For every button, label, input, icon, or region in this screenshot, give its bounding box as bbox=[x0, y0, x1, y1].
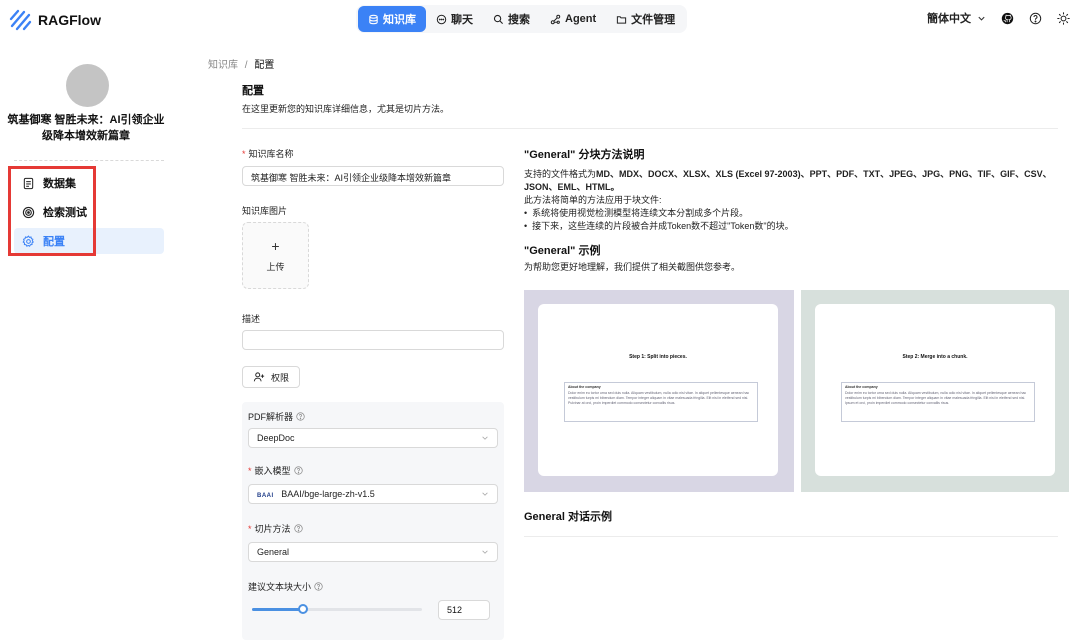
example-image-merge: Step 2: Merge into a chunk. About the co… bbox=[801, 290, 1069, 492]
docs-formats: 支持的文件格式为MD、MDX、DOCX、XLSX、XLS (Excel 97-2… bbox=[524, 169, 1052, 192]
parser-settings-panel: PDF解析器 DeepDoc * 嵌入模型 BAAI BAAI/bge-larg… bbox=[242, 402, 504, 640]
chevron-down-icon bbox=[482, 492, 488, 496]
example-heading: "General" 示例 bbox=[524, 245, 601, 257]
question-icon[interactable] bbox=[293, 466, 303, 475]
kb-image-label: 知识库图片 bbox=[242, 206, 288, 216]
example-card: Step 1: Split into pieces. About the com… bbox=[538, 304, 778, 476]
main-nav: 知识库 聊天 搜索 Agent 文件管理 bbox=[356, 5, 688, 33]
chevron-down-icon bbox=[978, 16, 985, 21]
breadcrumb-root[interactable]: 知识库 bbox=[208, 60, 238, 71]
example-step-title: Step 2: Merge into a chunk. bbox=[902, 354, 968, 360]
question-icon[interactable] bbox=[296, 412, 305, 421]
kb-name-input[interactable]: 筑基御寒 智胜未来：AI引领企业级降本增效新篇章 bbox=[242, 166, 504, 186]
question-icon[interactable] bbox=[293, 524, 303, 533]
top-header: RAGFlow 知识库 聊天 搜索 Agent 文件管理 簡体中文 bbox=[0, 0, 1080, 40]
app-logo[interactable]: RAGFlow bbox=[8, 8, 101, 32]
embedding-model-label: * 嵌入模型 bbox=[248, 464, 303, 477]
search-icon bbox=[493, 14, 504, 24]
github-icon[interactable] bbox=[1000, 11, 1014, 25]
example-text-box: About the company Dolor enim eu tortor u… bbox=[564, 382, 758, 422]
nav-file-management[interactable]: 文件管理 bbox=[606, 6, 685, 32]
description-input[interactable] bbox=[242, 330, 504, 350]
embedding-model-select[interactable]: BAAI BAAI/bge-large-zh-v1.5 bbox=[248, 484, 498, 504]
app-name: RAGFlow bbox=[38, 12, 101, 28]
main-divider bbox=[242, 128, 1058, 129]
ragflow-logo-icon bbox=[9, 9, 32, 31]
language-selector[interactable]: 簡体中文 bbox=[927, 10, 986, 26]
chunk-size-slider-fill bbox=[252, 608, 303, 611]
chunk-size-label: 建议文本块大小 bbox=[248, 580, 323, 593]
upload-label: 上传 bbox=[266, 262, 285, 272]
docs-bullets: 系统将使用视觉检测模型将连续文本分割成多个片段。 接下来，这些连续的片段被合并成… bbox=[524, 207, 1058, 233]
docs-heading: "General" 分块方法说明 bbox=[524, 149, 645, 161]
theme-toggle-icon[interactable] bbox=[1056, 11, 1070, 25]
pdf-parser-label: PDF解析器 bbox=[248, 410, 305, 423]
example-text-box: About the company Dolor enim eu tortor u… bbox=[841, 382, 1035, 422]
sidebar-item-dataset[interactable]: 数据集 bbox=[14, 170, 164, 196]
agent-icon bbox=[550, 14, 561, 24]
breadcrumb-separator: / bbox=[244, 60, 248, 71]
pdf-parser-select[interactable]: DeepDoc bbox=[248, 428, 498, 448]
page-title: 配置 bbox=[242, 85, 264, 97]
description-label: 描述 bbox=[242, 314, 261, 324]
docs-bullet: 系统将使用视觉检测模型将连续文本分割成多个片段。 bbox=[524, 207, 1058, 220]
page-description: 在这里更新您的知识库详细信息，尤其是切片方法。 bbox=[242, 104, 450, 114]
example-image-split: Step 1: Split into pieces. About the com… bbox=[524, 290, 794, 492]
breadcrumb: 知识库 / 配置 bbox=[208, 56, 274, 71]
gear-icon bbox=[22, 234, 34, 247]
question-icon[interactable] bbox=[314, 582, 323, 591]
sidebar-item-retrieval-test[interactable]: 检索测试 bbox=[14, 199, 164, 225]
sidebar-menu: 数据集 检索测试 配置 bbox=[14, 170, 164, 257]
add-user-icon bbox=[253, 372, 265, 382]
nav-agent[interactable]: Agent bbox=[540, 6, 606, 32]
header-actions: 簡体中文 bbox=[927, 10, 1070, 26]
database-icon bbox=[369, 14, 378, 24]
chevron-down-icon bbox=[482, 436, 488, 440]
kb-avatar bbox=[66, 64, 109, 107]
chunk-size-slider-handle[interactable] bbox=[298, 604, 308, 614]
chat-icon bbox=[436, 14, 447, 24]
nav-knowledge-base[interactable]: 知识库 bbox=[358, 6, 426, 32]
dialog-example-heading: General 对话示例 bbox=[524, 511, 613, 523]
folder-icon bbox=[617, 15, 627, 24]
kb-image-upload[interactable]: + 上传 bbox=[242, 222, 309, 289]
retrieval-test-icon bbox=[22, 206, 35, 218]
dialog-divider bbox=[524, 536, 1058, 537]
breadcrumb-current: 配置 bbox=[254, 60, 275, 71]
chunk-size-input[interactable]: 512 bbox=[438, 600, 490, 620]
dataset-icon bbox=[23, 177, 34, 189]
example-card: Step 2: Merge into a chunk. About the co… bbox=[815, 304, 1055, 476]
nav-chat[interactable]: 聊天 bbox=[426, 6, 483, 32]
baai-logo: BAAI bbox=[257, 493, 274, 499]
help-icon[interactable] bbox=[1028, 11, 1042, 25]
chevron-down-icon bbox=[482, 550, 488, 554]
docs-bullet: 接下来，这些连续的片段被合并成Token数不超过"Token数"的块。 bbox=[524, 220, 1058, 233]
nav-search[interactable]: 搜索 bbox=[483, 6, 540, 32]
chunk-method-select[interactable]: General bbox=[248, 542, 498, 562]
kb-title: 筑基御寒 智胜未来：AI引领企业级降本增效新篇章 bbox=[7, 114, 165, 142]
sidebar-item-config[interactable]: 配置 bbox=[14, 228, 164, 254]
docs-method-intro: 此方法将简单的方法应用于块文件: bbox=[524, 195, 662, 205]
chunk-method-label: * 切片方法 bbox=[248, 522, 303, 535]
permission-button[interactable]: 权限 bbox=[242, 366, 301, 388]
kb-sidebar: 筑基御寒 智胜未来：AI引领企业级降本增效新篇章 数据集 检索测试 配置 bbox=[0, 40, 170, 640]
sidebar-divider bbox=[14, 160, 164, 161]
example-step-title: Step 1: Split into pieces. bbox=[629, 354, 687, 360]
chunk-method-docs: "General" 分块方法说明 支持的文件格式为MD、MDX、DOCX、XLS… bbox=[524, 146, 1058, 274]
plus-icon: + bbox=[271, 238, 280, 254]
example-description: 为帮助您更好地理解，我们提供了相关截图供您参考。 bbox=[524, 262, 741, 272]
kb-name-label: * 知识库名称 bbox=[242, 148, 294, 160]
